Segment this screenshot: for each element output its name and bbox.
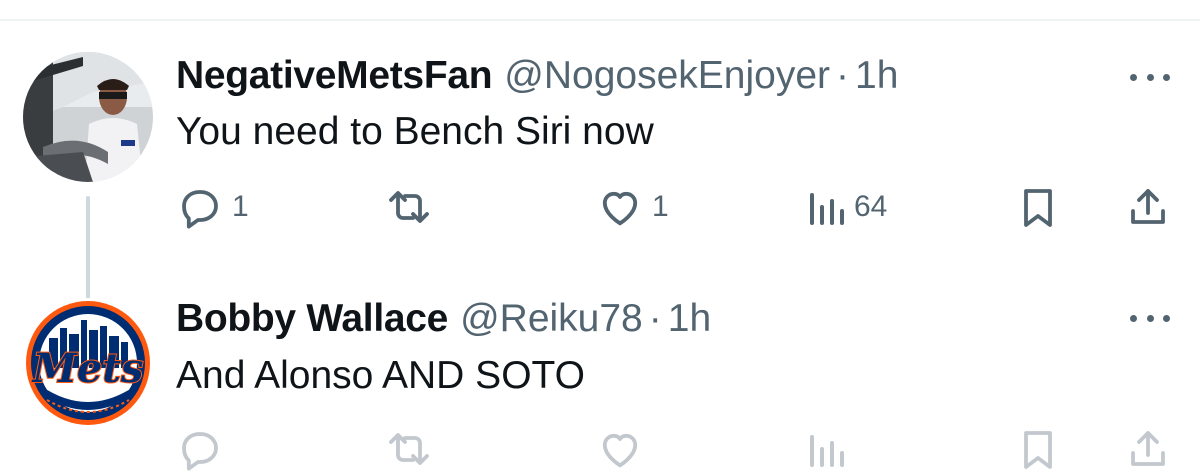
share-icon: [1131, 431, 1165, 466]
bookmark-icon: [1024, 431, 1052, 469]
action-bar: 1 1 64: [0, 182, 1200, 232]
mets-logo-icon: Mets: [23, 298, 153, 428]
reply-button[interactable]: [176, 424, 224, 474]
separator-dot: ·: [648, 297, 662, 340]
reply-icon: [182, 190, 218, 229]
views-icon: [810, 193, 844, 225]
like-icon: [602, 433, 638, 468]
reply-icon: [182, 432, 218, 471]
like-button[interactable]: [596, 424, 644, 474]
reply-button[interactable]: 1: [176, 182, 249, 232]
separator-dot: ·: [836, 54, 850, 97]
avatar[interactable]: [23, 52, 153, 182]
share-icon: [1131, 189, 1165, 224]
display-name[interactable]: NegativeMetsFan: [176, 53, 493, 99]
timestamp[interactable]: 1h: [668, 296, 711, 342]
repost-icon: [389, 191, 429, 223]
like-icon: [602, 191, 638, 226]
views-button[interactable]: 64: [806, 182, 887, 232]
repost-icon: [389, 433, 429, 465]
user-handle[interactable]: @Reiku78: [460, 296, 643, 342]
tweet-text: And Alonso AND SOTO: [176, 354, 585, 397]
bookmark-button[interactable]: [1016, 424, 1060, 474]
bookmark-button[interactable]: [1016, 182, 1060, 232]
views-button[interactable]: [806, 424, 846, 474]
tweet-text: You need to Bench Siri now: [176, 110, 654, 153]
more-icon[interactable]: [1130, 69, 1170, 85]
tweet-header: NegativeMetsFan @NogosekEnjoyer · 1h: [176, 53, 898, 103]
user-handle[interactable]: @NogosekEnjoyer: [504, 53, 830, 99]
like-button[interactable]: 1: [596, 182, 669, 232]
views-count: 64: [854, 190, 888, 223]
share-button[interactable]: [1124, 424, 1172, 474]
tweet-header: Bobby Wallace @Reiku78 · 1h: [176, 296, 711, 346]
tweet[interactable]: Mets Bobby Wallace @Reiku78 · 1h And Alo…: [0, 296, 1200, 471]
avatar-photo: [23, 52, 153, 182]
like-count: 1: [652, 190, 669, 223]
share-button[interactable]: [1124, 182, 1172, 232]
top-divider: [0, 19, 1200, 21]
mets-logo-text: Mets: [31, 345, 144, 392]
views-icon: [810, 435, 844, 467]
bookmark-icon: [1024, 189, 1052, 227]
tweet[interactable]: NegativeMetsFan @NogosekEnjoyer · 1h You…: [0, 50, 1200, 336]
repost-button[interactable]: [384, 424, 434, 474]
repost-button[interactable]: [384, 182, 442, 232]
timestamp[interactable]: 1h: [855, 53, 898, 99]
more-icon[interactable]: [1130, 310, 1170, 326]
reply-count: 1: [232, 190, 249, 223]
action-bar: [0, 424, 1200, 474]
avatar[interactable]: Mets: [23, 298, 153, 428]
display-name[interactable]: Bobby Wallace: [176, 296, 448, 342]
